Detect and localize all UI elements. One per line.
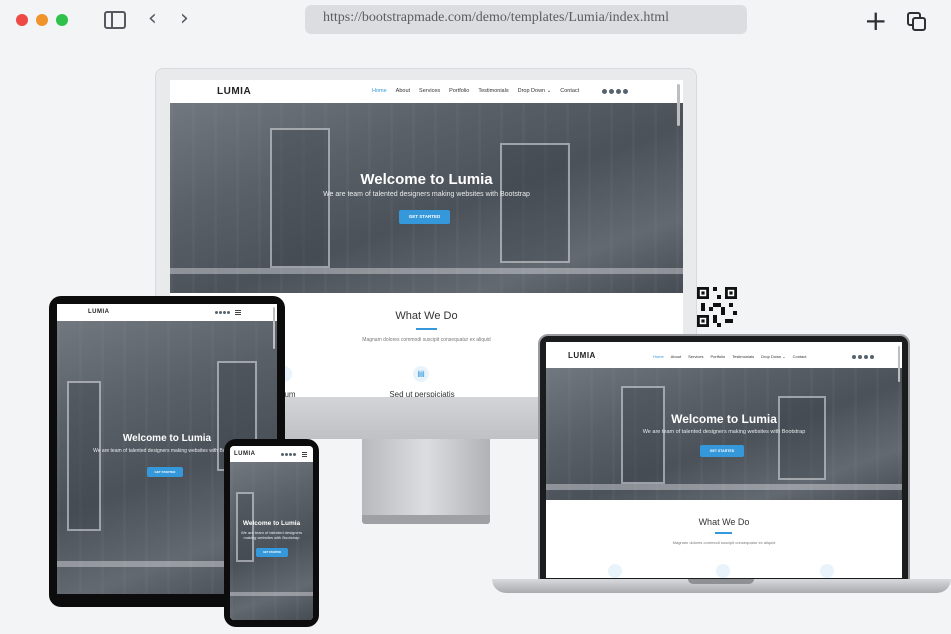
site-logo[interactable]: LUMIA — [217, 86, 251, 97]
linkedin-icon[interactable] — [623, 89, 628, 94]
menu-item-services[interactable]: Services — [688, 354, 703, 359]
phone-screen: LUMIA Welcome to Lumia We are team of ta… — [230, 446, 313, 620]
social-links — [852, 355, 874, 359]
facebook-icon[interactable] — [285, 453, 288, 456]
document-icon: ▤ — [413, 366, 429, 382]
social-links — [281, 453, 296, 456]
window-shape — [621, 386, 665, 484]
menu-item-about[interactable]: About — [671, 354, 681, 359]
menu-item-portfolio[interactable]: Portfolio — [449, 88, 469, 94]
ledge-shape — [170, 268, 683, 274]
scrollbar[interactable] — [273, 307, 275, 349]
section-divider — [715, 532, 732, 534]
twitter-icon[interactable] — [602, 89, 607, 94]
window-shape — [500, 143, 570, 263]
window-shape — [778, 396, 826, 480]
hero-subtitle: We are team of talented designers making… — [93, 448, 241, 454]
chevron-right-icon[interactable]: › — [180, 8, 189, 30]
hero-subtitle: We are team of talented designers making… — [642, 429, 806, 435]
ledge-shape — [230, 592, 313, 596]
site-menu: Home About Services Portfolio Testimonia… — [653, 354, 806, 359]
menu-item-home[interactable]: Home — [653, 354, 664, 359]
chevron-left-icon[interactable]: ‹ — [148, 8, 157, 30]
linkedin-icon[interactable] — [293, 453, 296, 456]
tabs-overview-icon[interactable] — [907, 12, 927, 32]
window-shape — [270, 128, 330, 268]
hero-subtitle: We are team of talented designers making… — [323, 191, 530, 198]
site-header: LUMIA — [230, 446, 313, 462]
service-icon — [716, 564, 730, 578]
twitter-icon[interactable] — [852, 355, 856, 359]
window-shape — [67, 381, 101, 531]
hamburger-menu-icon[interactable] — [235, 310, 241, 315]
linkedin-icon[interactable] — [870, 355, 874, 359]
section-subtitle: Magnam dolores commodi suscipit consequa… — [672, 540, 776, 545]
facebook-icon[interactable] — [609, 89, 614, 94]
scrollbar[interactable] — [677, 84, 680, 126]
imac-stand — [362, 439, 490, 517]
instagram-icon[interactable] — [289, 453, 292, 456]
section-title: What We Do — [698, 517, 750, 527]
menu-item-testimonials[interactable]: Testimonials — [478, 88, 508, 94]
menu-item-contact[interactable]: Contact — [793, 354, 807, 359]
hero-subtitle: We are team of talented designers making… — [240, 530, 303, 540]
facebook-icon[interactable] — [219, 311, 222, 314]
hero-section: Welcome to Lumia We are team of talented… — [230, 462, 313, 620]
service-icon — [608, 564, 622, 578]
social-links — [602, 89, 628, 94]
hero-title: Welcome to Lumia — [360, 171, 493, 188]
browser-toolbar: ‹ › https://bootstrapmade.com/demo/templ… — [0, 0, 951, 42]
get-started-button[interactable]: GET STARTED — [256, 548, 288, 557]
menu-item-home[interactable]: Home — [372, 88, 387, 94]
plus-icon[interactable]: + — [864, 7, 887, 35]
linkedin-icon[interactable] — [227, 311, 230, 314]
address-bar[interactable]: https://bootstrapmade.com/demo/templates… — [305, 5, 747, 34]
hero-title: Welcome to Lumia — [242, 520, 301, 527]
get-started-button[interactable]: GET STARTED — [399, 210, 450, 224]
menu-item-dropdown[interactable]: Drop Down ⌄ — [518, 88, 552, 94]
close-window-button[interactable] — [16, 14, 28, 26]
hamburger-menu-icon[interactable] — [302, 452, 307, 457]
ledge-shape — [546, 484, 902, 490]
window-shape — [236, 492, 254, 562]
twitter-icon[interactable] — [281, 453, 284, 456]
facebook-icon[interactable] — [858, 355, 862, 359]
site-logo[interactable]: LUMIA — [88, 309, 110, 315]
menu-item-testimonials[interactable]: Testimonials — [732, 354, 754, 359]
hero-section: Welcome to Lumia We are team of talented… — [546, 368, 902, 500]
instagram-icon[interactable] — [616, 89, 621, 94]
social-links — [215, 311, 230, 314]
service-icon — [820, 564, 834, 578]
menu-item-dropdown[interactable]: Drop Down ⌄ — [761, 354, 785, 359]
menu-item-portfolio[interactable]: Portfolio — [710, 354, 725, 359]
hero-section: Welcome to Lumia We are team of talented… — [170, 103, 683, 293]
laptop-notch — [688, 579, 754, 584]
section-divider — [416, 328, 437, 330]
site-header: LUMIA Home About Services Portfolio Test… — [170, 80, 683, 103]
twitter-icon[interactable] — [215, 311, 218, 314]
menu-item-about[interactable]: About — [396, 88, 410, 94]
site-logo[interactable]: LUMIA — [234, 451, 256, 457]
site-header: LUMIA — [57, 304, 277, 321]
get-started-button[interactable]: GET STARTED — [700, 445, 744, 457]
imac-stand-foot — [362, 515, 490, 524]
qr-code-icon — [697, 287, 737, 327]
site-header: LUMIA Home About Services Portfolio Test… — [546, 342, 902, 368]
laptop-screen: LUMIA Home About Services Portfolio Test… — [546, 342, 902, 578]
site-menu: Home About Services Portfolio Testimonia… — [372, 88, 579, 94]
instagram-icon[interactable] — [223, 311, 226, 314]
sidebar-icon[interactable] — [104, 11, 126, 29]
site-logo[interactable]: LUMIA — [568, 351, 596, 360]
minimize-window-button[interactable] — [36, 14, 48, 26]
menu-item-services[interactable]: Services — [419, 88, 440, 94]
zoom-window-button[interactable] — [56, 14, 68, 26]
instagram-icon[interactable] — [864, 355, 868, 359]
menu-item-contact[interactable]: Contact — [560, 88, 579, 94]
scrollbar[interactable] — [898, 346, 900, 382]
get-started-button[interactable]: GET STARTED — [147, 467, 183, 477]
hero-title: Welcome to Lumia — [671, 412, 777, 426]
